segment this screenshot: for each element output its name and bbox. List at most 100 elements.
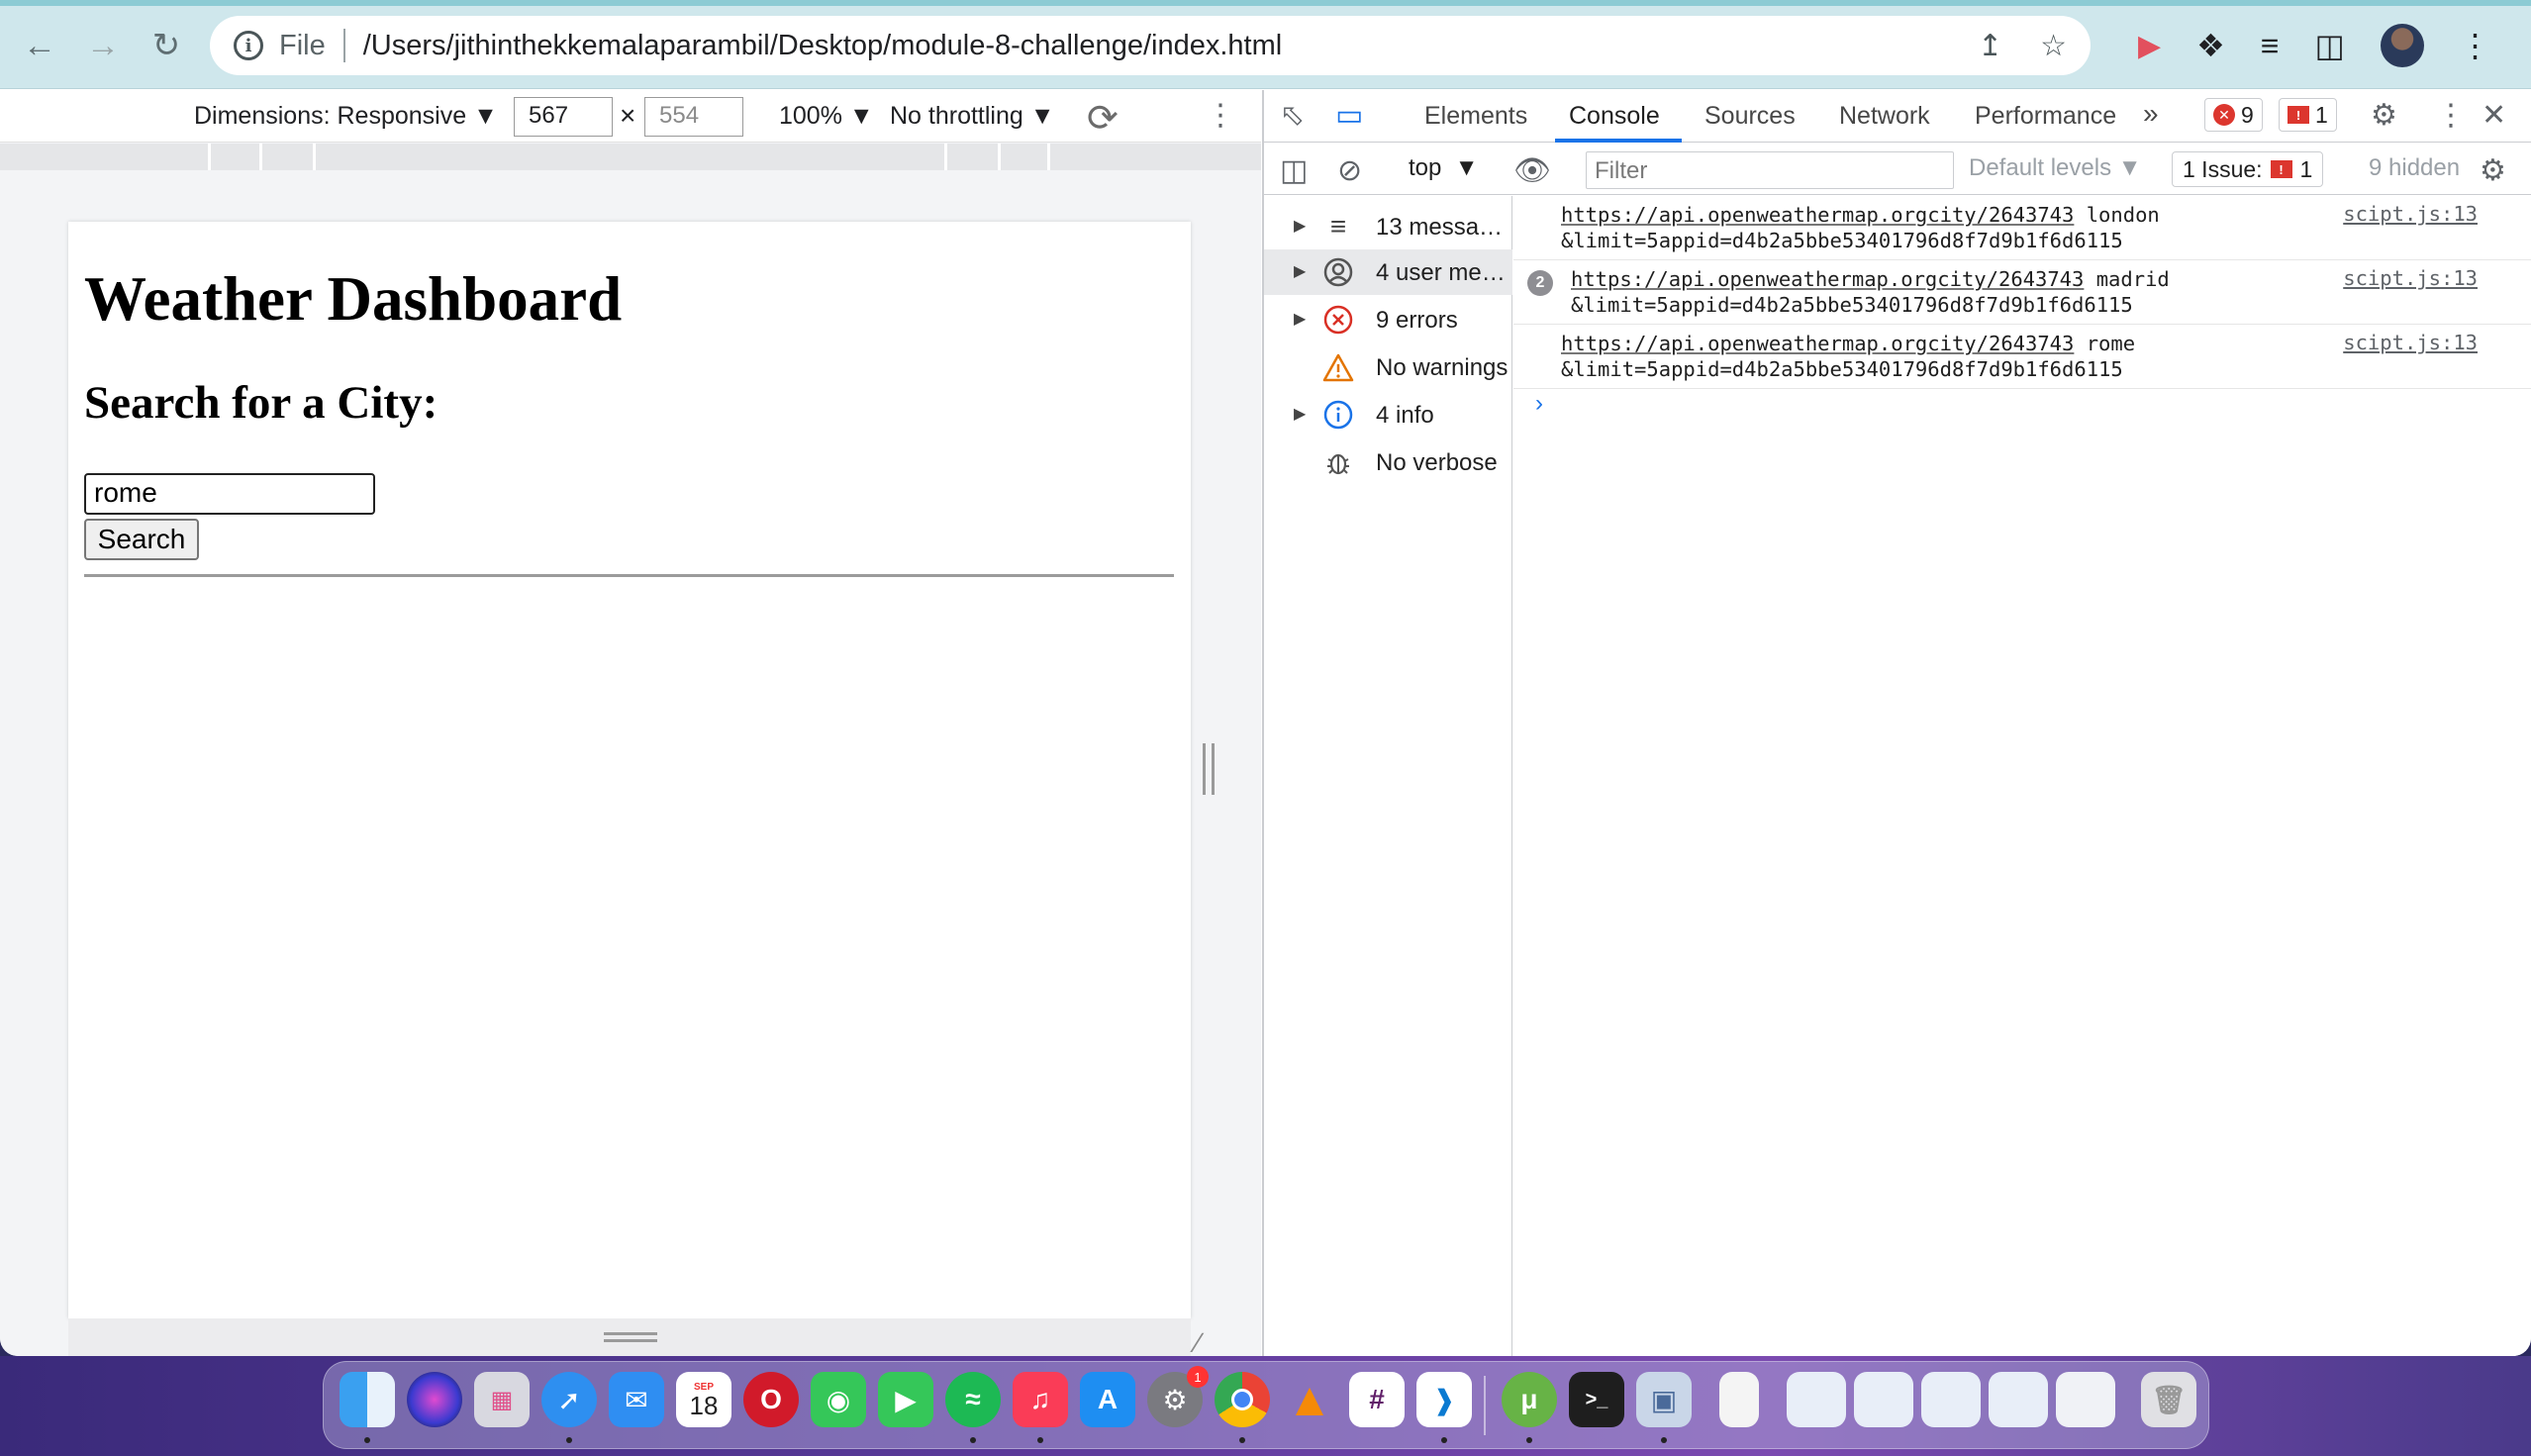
height-input[interactable]: 554 bbox=[644, 97, 743, 137]
window-thumbnail[interactable] bbox=[1854, 1372, 1913, 1427]
trash-icon[interactable]: 🗑 bbox=[2141, 1372, 2196, 1427]
address-url[interactable]: /Users/jithinthekkemalaparambil/Desktop/… bbox=[363, 30, 1282, 62]
reload-icon[interactable]: ↻ bbox=[143, 22, 190, 69]
back-icon[interactable]: ← bbox=[16, 22, 63, 69]
terminal-icon[interactable]: >_ bbox=[1569, 1372, 1624, 1427]
running-indicator bbox=[1441, 1437, 1447, 1443]
window-thumbnail[interactable] bbox=[1989, 1372, 2048, 1427]
running-indicator bbox=[566, 1437, 572, 1443]
error-count-badge[interactable]: ✕ 9 bbox=[2204, 98, 2263, 132]
inspect-element-icon[interactable]: ⬁ bbox=[1280, 98, 1305, 133]
source-link[interactable]: scipt.js:13 bbox=[2343, 266, 2478, 290]
expand-arrow-icon[interactable]: ▶ bbox=[1294, 309, 1306, 329]
sidebar-item-verbose[interactable]: No verbose bbox=[1264, 439, 1512, 485]
viewport-resize-corner-icon[interactable]: ∕ bbox=[1196, 1327, 1201, 1356]
console-prompt-icon[interactable]: › bbox=[1535, 390, 1543, 418]
sidebar-item-messages[interactable]: ▶ ≡ 13 messa… bbox=[1264, 204, 1512, 249]
sidebar-item-errors[interactable]: ▶ 9 errors bbox=[1264, 297, 1512, 342]
share-icon[interactable]: ↥ bbox=[1978, 29, 2002, 63]
rotate-icon[interactable]: ⟳ bbox=[1087, 96, 1119, 141]
media-query-ruler[interactable] bbox=[0, 144, 1261, 170]
console-settings-icon[interactable]: ⚙ bbox=[2480, 153, 2506, 188]
document-thumbnail[interactable] bbox=[1719, 1372, 1759, 1427]
side-panel-icon[interactable]: ◫ bbox=[2314, 27, 2344, 64]
city-search-input[interactable]: rome bbox=[84, 473, 375, 515]
tab-performance[interactable]: Performance bbox=[1975, 102, 2116, 131]
throttling-dropdown[interactable]: No throttling ▼ bbox=[890, 102, 1055, 131]
viewport-resize-handle-right[interactable] bbox=[1203, 743, 1215, 795]
tab-console[interactable]: Console bbox=[1569, 102, 1660, 131]
slack-icon[interactable]: # bbox=[1349, 1372, 1405, 1427]
message-url-link[interactable]: https://api.openweathermap.orgcity/26437… bbox=[1571, 267, 2084, 291]
width-input[interactable]: 567 bbox=[514, 97, 613, 137]
expand-arrow-icon[interactable]: ▶ bbox=[1294, 261, 1306, 281]
info-icon[interactable]: i bbox=[234, 31, 263, 60]
finder-icon[interactable] bbox=[340, 1372, 395, 1427]
sidebar-item-user-messages[interactable]: ▶ 4 user me… bbox=[1264, 249, 1512, 295]
chrome-icon[interactable] bbox=[1215, 1372, 1270, 1427]
messages-icon[interactable]: ◉ bbox=[811, 1372, 866, 1427]
spotify-icon[interactable]: ≈ bbox=[945, 1372, 1001, 1427]
app-store-icon[interactable]: A bbox=[1080, 1372, 1135, 1427]
dimensions-dropdown[interactable]: Dimensions: Responsive ▼ bbox=[194, 102, 498, 131]
browser-toolbar: ← → ↻ i File /Users/jithinthekkemalapara… bbox=[0, 0, 2531, 89]
window-thumbnail[interactable] bbox=[2056, 1372, 2115, 1427]
tab-strip-edge bbox=[0, 0, 2531, 6]
vlc-icon[interactable]: ▲ bbox=[1282, 1372, 1337, 1427]
calendar-icon[interactable]: SEP 18 bbox=[676, 1372, 731, 1427]
screen-recorder-extension-icon[interactable]: ▶ bbox=[2138, 29, 2161, 63]
calendar-day: 18 bbox=[689, 1390, 719, 1420]
opera-icon[interactable]: O bbox=[743, 1372, 799, 1427]
address-bar[interactable]: i File /Users/jithinthekkemalaparambil/D… bbox=[210, 16, 2091, 75]
vscode-icon[interactable]: ❱ bbox=[1416, 1372, 1472, 1427]
expand-arrow-icon[interactable]: ▶ bbox=[1294, 216, 1306, 236]
device-more-icon[interactable]: ⋮ bbox=[1206, 98, 1235, 133]
reading-list-icon[interactable]: ≡ bbox=[2261, 28, 2280, 64]
launchpad-icon[interactable]: ▦ bbox=[474, 1372, 530, 1427]
window-thumbnail[interactable] bbox=[1921, 1372, 1981, 1427]
close-devtools-icon[interactable]: ✕ bbox=[2482, 98, 2506, 133]
tab-elements[interactable]: Elements bbox=[1424, 102, 1527, 131]
zoom-dropdown[interactable]: 100% ▼ bbox=[779, 102, 874, 131]
facetime-icon[interactable]: ▶ bbox=[878, 1372, 933, 1427]
settings-gear-icon[interactable]: ⚙ bbox=[2371, 98, 2397, 133]
issue-count-badge[interactable]: ! 1 bbox=[2279, 98, 2337, 132]
music-icon[interactable]: ♫ bbox=[1013, 1372, 1068, 1427]
tab-sources[interactable]: Sources bbox=[1704, 102, 1796, 131]
context-selector[interactable]: top ▼ bbox=[1409, 154, 1478, 182]
log-levels-dropdown[interactable]: Default levels ▼ bbox=[1969, 154, 2142, 182]
sidebar-toggle-icon[interactable]: ◫ bbox=[1280, 153, 1308, 188]
expand-arrow-icon[interactable]: ▶ bbox=[1294, 404, 1306, 424]
extensions-puzzle-icon[interactable]: ❖ bbox=[2196, 27, 2225, 64]
tab-network[interactable]: Network bbox=[1839, 102, 1930, 131]
source-link[interactable]: scipt.js:13 bbox=[2343, 202, 2478, 226]
chrome-menu-icon[interactable]: ⋮ bbox=[2460, 27, 2491, 64]
console-filter-input[interactable]: Filter bbox=[1586, 151, 1954, 189]
forward-icon[interactable]: → bbox=[79, 22, 127, 69]
mail-icon[interactable]: ✉ bbox=[609, 1372, 664, 1427]
message-url-link[interactable]: https://api.openweathermap.orgcity/26437… bbox=[1561, 332, 2074, 355]
device-toolbar: Dimensions: Responsive ▼ 567 × 554 100% … bbox=[0, 90, 1261, 143]
bookmark-star-icon[interactable]: ☆ bbox=[2040, 29, 2067, 63]
safari-icon[interactable]: ➚ bbox=[541, 1372, 597, 1427]
error-count: 9 bbox=[2241, 101, 2254, 128]
devtools-more-icon[interactable]: ⋮ bbox=[2436, 98, 2466, 133]
issues-button[interactable]: 1 Issue: ! 1 bbox=[2172, 151, 2324, 187]
viewport-resize-handle-bottom[interactable] bbox=[604, 1332, 657, 1342]
search-button[interactable]: Search bbox=[84, 519, 199, 560]
device-toggle-icon[interactable]: ▭ bbox=[1335, 98, 1363, 133]
sidebar-item-info[interactable]: ▶ 4 info bbox=[1264, 392, 1512, 437]
profile-avatar[interactable] bbox=[2380, 24, 2424, 67]
source-link[interactable]: scipt.js:13 bbox=[2343, 331, 2478, 354]
clear-console-icon[interactable]: ⊘ bbox=[1337, 153, 1362, 188]
live-expression-eye-icon[interactable]: 👁 bbox=[1513, 153, 1551, 188]
sidebar-item-warnings[interactable]: No warnings bbox=[1264, 344, 1512, 390]
console-toolbar: ◫ ⊘ top ▼ 👁 Filter Default levels ▼ 1 Is… bbox=[1264, 144, 2531, 195]
message-url-link[interactable]: https://api.openweathermap.orgcity/26437… bbox=[1561, 203, 2074, 227]
dock-separator bbox=[1484, 1376, 1486, 1435]
window-thumbnail[interactable] bbox=[1787, 1372, 1846, 1427]
more-tabs-icon[interactable]: » bbox=[2143, 98, 2159, 130]
preview-icon[interactable]: ▣ bbox=[1636, 1372, 1692, 1427]
utorrent-icon[interactable]: μ bbox=[1502, 1372, 1557, 1427]
siri-icon[interactable] bbox=[407, 1372, 462, 1427]
